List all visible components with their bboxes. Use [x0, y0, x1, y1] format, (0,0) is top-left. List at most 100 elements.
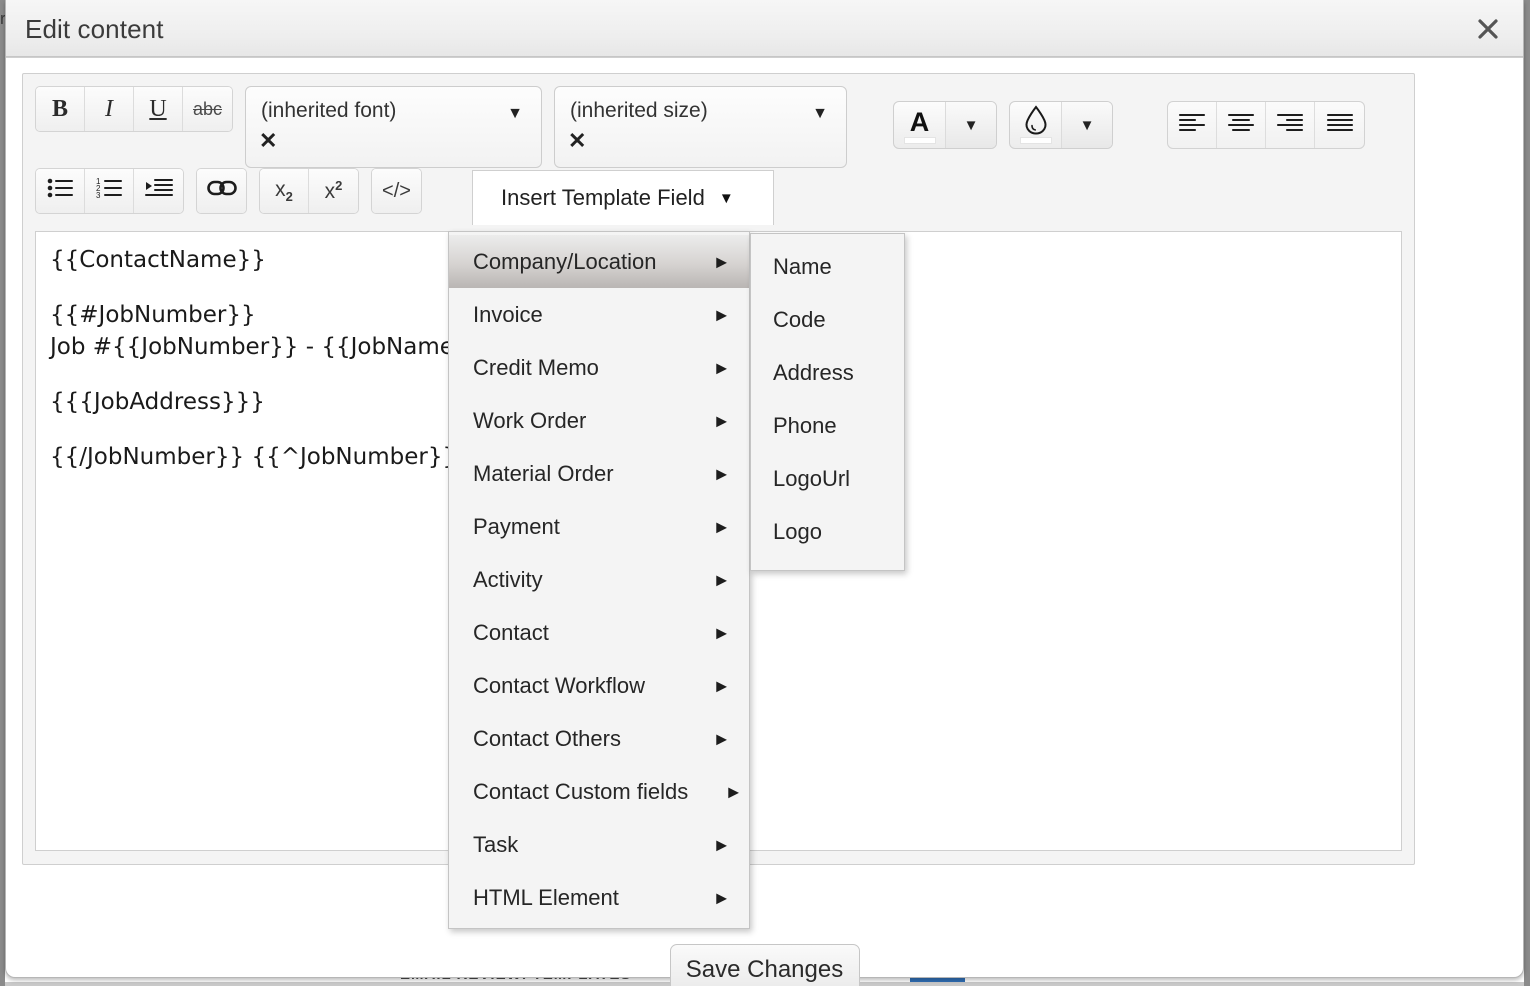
- clear-size-icon[interactable]: ✕: [568, 130, 586, 152]
- menu-item-html-element[interactable]: HTML Element ▶: [449, 871, 749, 924]
- link-group: [196, 168, 247, 214]
- align-justify-button[interactable]: [1315, 102, 1364, 148]
- chevron-right-icon: ▶: [716, 836, 727, 852]
- highlight-color-button[interactable]: [1010, 102, 1062, 148]
- superscript-button[interactable]: x2: [309, 169, 358, 213]
- source-group: </>: [371, 168, 422, 214]
- submenu-item-phone[interactable]: Phone: [751, 399, 904, 452]
- menu-item-label: Work Order: [473, 407, 587, 433]
- menu-item-label: Contact Custom fields: [473, 778, 689, 804]
- chevron-right-icon: ▶: [716, 465, 727, 481]
- font-family-select[interactable]: (inherited font) ▼ ✕: [245, 86, 542, 168]
- subscript-icon: x2: [275, 177, 293, 205]
- menu-item-label: Activity: [473, 566, 543, 592]
- menu-item-material-order[interactable]: Material Order ▶: [449, 447, 749, 500]
- submenu-item-code[interactable]: Code: [751, 293, 904, 346]
- menu-item-contact[interactable]: Contact ▶: [449, 606, 749, 659]
- align-center-button[interactable]: [1217, 102, 1266, 148]
- menu-item-task[interactable]: Task ▶: [449, 818, 749, 871]
- highlight-color-dropdown-button[interactable]: ▼: [1062, 102, 1112, 148]
- chevron-right-icon: ▶: [728, 783, 739, 799]
- chevron-right-icon: ▶: [716, 730, 727, 746]
- text-color-picker: A ▼: [893, 101, 997, 149]
- chevron-right-icon: ▶: [716, 571, 727, 587]
- bold-button[interactable]: B: [36, 87, 85, 131]
- menu-item-credit-memo[interactable]: Credit Memo ▶: [449, 341, 749, 394]
- menu-item-label: Invoice: [473, 301, 543, 327]
- company-location-submenu: Name Code Address Phone LogoUrl Logo: [750, 233, 905, 571]
- clear-font-icon[interactable]: ✕: [259, 130, 277, 152]
- font-size-select[interactable]: (inherited size) ▼ ✕: [554, 86, 847, 168]
- numbered-list-button[interactable]: 123: [85, 169, 134, 213]
- chevron-right-icon: ▶: [716, 889, 727, 905]
- menu-item-company-location[interactable]: Company/Location ▶: [449, 235, 749, 288]
- submenu-item-logourl[interactable]: LogoUrl: [751, 452, 904, 505]
- text-color-button[interactable]: A: [894, 102, 946, 148]
- indent-icon: [144, 177, 173, 205]
- submenu-item-label: Name: [773, 253, 832, 279]
- align-left-button[interactable]: [1168, 102, 1217, 148]
- subscript-button[interactable]: x2: [260, 169, 309, 213]
- link-button[interactable]: [197, 169, 246, 213]
- bullet-list-icon: [46, 177, 74, 205]
- chevron-right-icon: ▶: [716, 518, 727, 534]
- toolbar-row-1: B I U abc (inherited font) ▼ ✕ (inherite…: [29, 80, 1408, 168]
- highlight-color-picker: ▼: [1009, 101, 1113, 149]
- align-center-icon: [1227, 112, 1255, 139]
- numbered-list-icon: 123: [95, 177, 123, 205]
- screen: r EMAIL REVIEW: TEMPLATES Edit content: [0, 0, 1530, 986]
- menu-item-label: Contact Workflow: [473, 672, 645, 698]
- font-size-value: (inherited size): [570, 99, 708, 122]
- font-family-value: (inherited font): [261, 99, 397, 122]
- list-group: 123: [35, 168, 184, 214]
- svg-text:3: 3: [96, 191, 101, 199]
- text-color-icon: A: [909, 106, 930, 137]
- menu-item-label: Contact Others: [473, 725, 621, 751]
- dialog-footer: Save Changes: [6, 944, 1523, 986]
- submenu-item-name[interactable]: Name: [751, 240, 904, 293]
- menu-item-contact-custom-fields[interactable]: Contact Custom fields ▶: [449, 765, 749, 818]
- source-code-button[interactable]: </>: [372, 169, 421, 213]
- chevron-down-icon: ▼: [812, 105, 828, 122]
- menu-item-label: Company/Location: [473, 248, 657, 274]
- submenu-item-label: Logo: [773, 518, 822, 544]
- submenu-item-label: Phone: [773, 412, 837, 438]
- submenu-item-label: LogoUrl: [773, 465, 851, 491]
- bullet-list-button[interactable]: [36, 169, 85, 213]
- script-group: x2 x2: [259, 168, 359, 214]
- insert-template-field-button[interactable]: Insert Template Field ▼: [472, 170, 774, 225]
- chevron-right-icon: ▶: [716, 624, 727, 640]
- link-icon: [206, 178, 237, 204]
- page-title: Edit content: [25, 14, 164, 44]
- underline-button[interactable]: U: [134, 87, 183, 131]
- chevron-right-icon: ▶: [716, 253, 727, 269]
- dialog-header: Edit content: [6, 0, 1523, 57]
- strikethrough-icon: abc: [192, 98, 223, 119]
- save-button[interactable]: Save Changes: [669, 944, 860, 986]
- highlight-color-swatch: [1020, 137, 1052, 144]
- submenu-item-logo[interactable]: Logo: [751, 505, 904, 558]
- chevron-right-icon: ▶: [716, 359, 727, 375]
- editor-toolbar: B I U abc (inherited font) ▼ ✕ (inherite…: [29, 80, 1408, 228]
- menu-item-label: Material Order: [473, 460, 614, 486]
- chevron-right-icon: ▶: [716, 412, 727, 428]
- menu-item-contact-workflow[interactable]: Contact Workflow ▶: [449, 659, 749, 712]
- align-right-button[interactable]: [1266, 102, 1315, 148]
- menu-item-payment[interactable]: Payment ▶: [449, 500, 749, 553]
- menu-item-work-order[interactable]: Work Order ▶: [449, 394, 749, 447]
- menu-item-invoice[interactable]: Invoice ▶: [449, 288, 749, 341]
- strikethrough-button[interactable]: abc: [183, 87, 232, 131]
- menu-item-activity[interactable]: Activity ▶: [449, 553, 749, 606]
- align-right-icon: [1276, 112, 1304, 139]
- text-color-dropdown-button[interactable]: ▼: [946, 102, 996, 148]
- indent-button[interactable]: [134, 169, 183, 213]
- superscript-icon: x2: [324, 178, 343, 203]
- italic-button[interactable]: I: [85, 87, 134, 131]
- submenu-item-address[interactable]: Address: [751, 346, 904, 399]
- menu-item-contact-others[interactable]: Contact Others ▶: [449, 712, 749, 765]
- menu-item-label: Contact: [473, 619, 549, 645]
- close-icon[interactable]: [1471, 12, 1505, 46]
- menu-item-label: Task: [473, 831, 519, 857]
- bold-icon: B: [51, 95, 68, 122]
- alignment-group: [1167, 101, 1365, 149]
